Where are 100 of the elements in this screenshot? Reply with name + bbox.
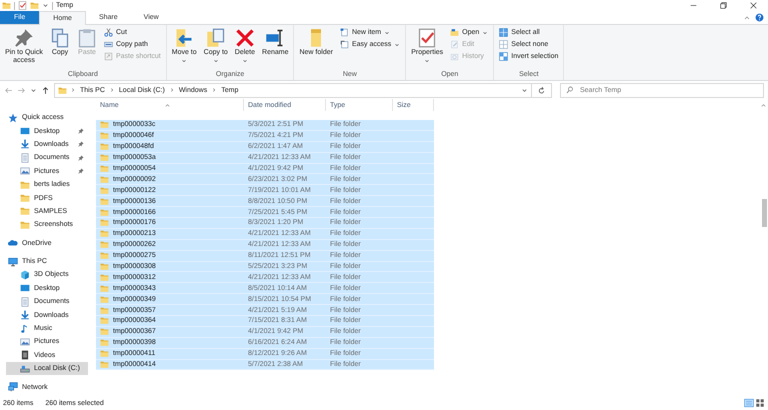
restore-icon xyxy=(718,1,728,10)
forward-button[interactable] xyxy=(17,86,26,94)
chevron-icon xyxy=(211,87,218,93)
caret-icon[interactable] xyxy=(521,86,528,94)
cube-icon xyxy=(20,270,30,280)
recent-locations-button[interactable] xyxy=(30,86,37,94)
chevron-icon xyxy=(70,87,76,93)
folder-icon xyxy=(100,251,109,260)
folder-icon xyxy=(100,284,109,293)
open-icon xyxy=(450,28,460,37)
caret-icon xyxy=(164,102,171,108)
folder-icon[interactable] xyxy=(2,1,11,10)
folder-icon xyxy=(100,218,109,228)
folder-icon xyxy=(100,338,109,348)
pictures-icon xyxy=(20,336,30,347)
network-icon xyxy=(8,382,18,392)
history-icon xyxy=(450,52,460,61)
caret-icon[interactable] xyxy=(42,2,49,9)
rename-icon xyxy=(265,28,286,48)
close-icon xyxy=(748,1,758,10)
back-icon xyxy=(4,86,13,94)
refresh-button[interactable] xyxy=(532,82,552,98)
folder-icon xyxy=(100,316,109,326)
copy-to-icon xyxy=(206,28,226,48)
delete-icon xyxy=(234,28,255,48)
up-icon xyxy=(41,86,50,94)
folder-icon xyxy=(100,120,109,130)
music-note-icon xyxy=(20,324,30,334)
pin-icon xyxy=(78,154,84,161)
folder-icon xyxy=(100,131,109,140)
clipboard-icon xyxy=(77,28,97,48)
select-none-icon xyxy=(499,40,508,49)
new-item-icon xyxy=(340,28,349,37)
details-view-icon xyxy=(744,398,754,408)
document-icon xyxy=(20,296,30,307)
copy-path-icon xyxy=(104,40,113,49)
help-icon[interactable] xyxy=(755,13,764,22)
star-icon xyxy=(8,112,18,123)
folder-icon xyxy=(100,272,109,282)
folder-icon xyxy=(100,306,109,315)
folder-icon xyxy=(100,229,109,238)
move-to-icon xyxy=(174,28,194,48)
properties-icon xyxy=(417,28,438,48)
caret-icon[interactable] xyxy=(760,102,767,109)
refresh-icon xyxy=(537,86,546,94)
properties-icon[interactable] xyxy=(18,1,27,10)
folder-icon xyxy=(100,174,109,184)
desktop-icon xyxy=(20,126,30,136)
folder-icon xyxy=(20,206,30,216)
search-icon xyxy=(566,86,574,94)
folder-icon xyxy=(100,262,109,272)
back-button[interactable] xyxy=(4,86,13,94)
caret-icon xyxy=(482,30,488,36)
download-icon xyxy=(20,139,30,150)
video-icon xyxy=(20,350,30,360)
caret-icon xyxy=(424,58,430,64)
folder-icon xyxy=(100,327,109,336)
desktop-icon xyxy=(20,283,30,294)
details-view-button[interactable] xyxy=(744,398,754,408)
folder-icon xyxy=(100,360,109,370)
document-icon xyxy=(20,152,30,163)
folder-icon xyxy=(100,240,109,250)
forward-icon xyxy=(17,86,26,94)
edit-icon xyxy=(450,40,460,49)
folder-icon xyxy=(20,180,30,190)
folder-icon xyxy=(100,142,109,152)
pin-icon xyxy=(78,141,84,148)
computer-icon xyxy=(8,256,18,267)
up-button[interactable] xyxy=(41,86,50,94)
folder-icon xyxy=(100,153,109,162)
cloud-icon xyxy=(8,238,18,248)
easy-access-icon xyxy=(340,40,349,49)
invert-selection-icon xyxy=(499,52,508,61)
pin-icon xyxy=(14,28,34,48)
folder-icon xyxy=(100,164,109,173)
caret-icon xyxy=(212,58,219,64)
copy-icon xyxy=(50,28,70,48)
scissors-icon xyxy=(104,28,113,37)
folder-icon xyxy=(100,294,109,304)
download-icon xyxy=(20,310,30,320)
folder-icon xyxy=(100,208,109,217)
folder-icon xyxy=(20,220,30,230)
folder-icon xyxy=(100,349,109,358)
large-icons-view-button[interactable] xyxy=(755,398,765,408)
folder-icon xyxy=(20,193,30,204)
folder-icon xyxy=(100,196,109,206)
large-icons-view-icon xyxy=(755,398,765,408)
pictures-icon xyxy=(20,166,30,176)
caret-icon xyxy=(30,86,37,94)
pin-icon xyxy=(78,128,84,134)
scrollbar-thumb[interactable] xyxy=(762,199,767,227)
caret-icon xyxy=(242,58,248,64)
folder-icon[interactable] xyxy=(30,1,39,10)
select-all-icon xyxy=(499,28,508,37)
folder-icon xyxy=(100,186,109,195)
chevron-icon xyxy=(108,87,115,93)
drive-icon xyxy=(20,364,30,374)
shortcut-icon xyxy=(104,52,113,61)
pin-icon xyxy=(78,168,84,174)
folder-icon xyxy=(58,86,67,94)
